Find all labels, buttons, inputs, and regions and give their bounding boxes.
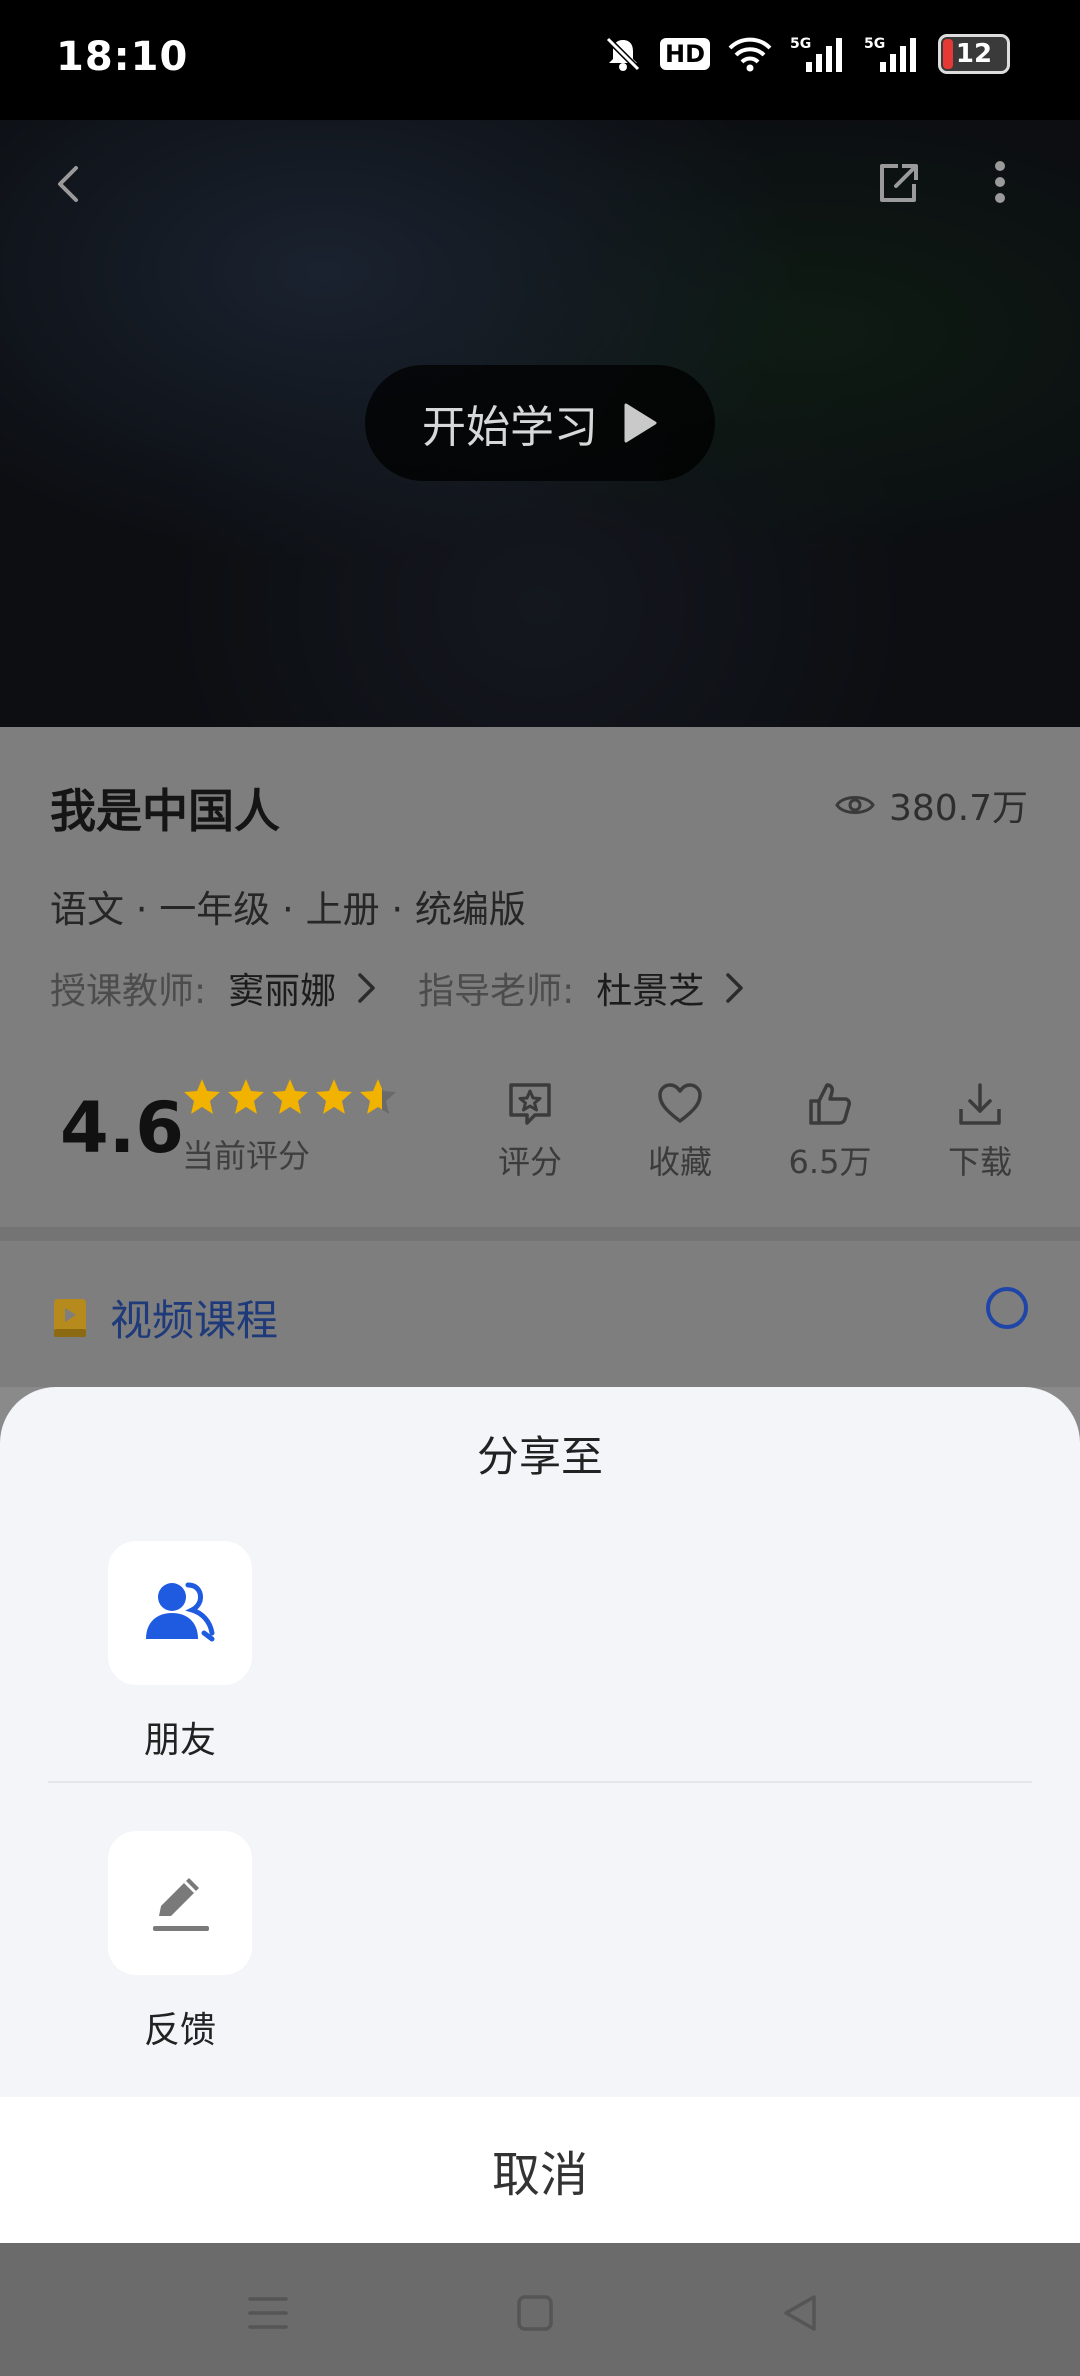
video-course-tab[interactable]: 视频课程 (50, 1287, 278, 1348)
rating-star-icon (184, 1079, 220, 1114)
share-button[interactable] (868, 154, 928, 214)
status-bar: 18:10 HD 5G 5G 12 (0, 0, 1080, 120)
5g-signal-icon: 5G (864, 34, 920, 74)
advisor-label: 指导老师: (418, 971, 575, 1012)
cancel-button[interactable]: 取消 (0, 2097, 1080, 2243)
svg-text:5G: 5G (864, 36, 885, 52)
rating-star-icon (316, 1079, 352, 1114)
favorite-button[interactable]: 收藏 (620, 1079, 740, 1183)
status-icons: HD 5G 5G 12 (604, 34, 1010, 74)
rating-stars (182, 1077, 398, 1117)
back-triangle-icon (784, 2295, 816, 2331)
advisor-name-link[interactable]: 杜景芝 (596, 962, 704, 1014)
wifi-icon (728, 36, 772, 72)
play-icon (624, 403, 657, 443)
home-square-icon (517, 2295, 553, 2331)
share-friends-tile[interactable] (108, 1541, 252, 1685)
teacher-name-link[interactable]: 窦丽娜 (228, 962, 336, 1014)
rating-star-icon (228, 1079, 264, 1114)
more-options-button[interactable] (970, 154, 1030, 214)
share-friends-button[interactable]: 朋友 (100, 1541, 260, 1763)
status-time: 18:10 (56, 34, 189, 80)
share-sheet: 分享至 朋友 反馈 (0, 1387, 1080, 2097)
share-sheet-separator (48, 1781, 1032, 1783)
course-subject: 语文 · 一年级 · 上册 · 统编版 (50, 888, 526, 931)
rating-score: 4.6 (60, 1087, 185, 1169)
course-info: 我是中国人 380.7万 语文 · 一年级 · 上册 · 统编版 授课教师: 窦… (0, 727, 1080, 1387)
heart-icon (658, 1083, 702, 1123)
home-nav-button[interactable] (505, 2283, 565, 2343)
video-book-icon (54, 1298, 86, 1337)
start-learning-button[interactable]: 开始学习 (365, 365, 715, 481)
edit-pencil-icon (153, 1878, 209, 1931)
start-learning-label: 开始学习 (422, 402, 598, 453)
download-icon (959, 1083, 1001, 1125)
mute-bell-icon (604, 35, 642, 73)
external-share-icon (880, 164, 918, 202)
like-button[interactable]: 6.5万 (770, 1079, 890, 1183)
feedback-button[interactable]: 反馈 (100, 1831, 260, 2053)
teacher-label: 授课教师: (50, 971, 207, 1012)
5g-label: 5G (790, 36, 811, 52)
download-button[interactable]: 下载 (920, 1079, 1040, 1183)
share-sheet-title: 分享至 (476, 1432, 603, 1481)
system-nav-bar (0, 2243, 1080, 2376)
friends-icon (146, 1582, 215, 1642)
rating-label: 当前评分 (182, 1137, 311, 1175)
feedback-label: 反馈 (143, 2010, 216, 2051)
video-course-label: 视频课程 (110, 1296, 279, 1345)
5g-signal-icon: 5G (790, 34, 846, 74)
like-count: 6.5万 (788, 1143, 872, 1181)
video-player[interactable]: 开始学习 (0, 120, 1080, 727)
menu-lines-icon (248, 2297, 288, 2329)
rating-row: 4.6 当前评分 评分 收藏 6.5万 下载 (0, 1067, 1080, 1217)
feedback-tile[interactable] (108, 1831, 252, 1975)
back-nav-button[interactable] (770, 2283, 830, 2343)
eye-icon (835, 796, 875, 814)
back-button[interactable] (40, 154, 100, 214)
section-divider (0, 1227, 1080, 1241)
loading-indicator (986, 1287, 1028, 1329)
battery-icon: 12 (938, 34, 1010, 74)
rate-label: 评分 (497, 1143, 562, 1181)
rate-button[interactable]: 评分 (470, 1079, 590, 1183)
course-title: 我是中国人 (50, 784, 280, 838)
rate-star-icon (509, 1083, 551, 1125)
hd-icon: HD (659, 38, 710, 70)
battery-level: 12 (955, 39, 993, 69)
teacher-row: 授课教师: 窦丽娜 指导老师: 杜景芝 (50, 962, 786, 1014)
chevron-left-icon (58, 166, 78, 202)
chevron-right-icon[interactable] (722, 971, 746, 1005)
download-label: 下载 (947, 1143, 1012, 1181)
rating-star-icon (272, 1079, 308, 1114)
thumbs-up-icon (809, 1083, 851, 1125)
favorite-label: 收藏 (647, 1143, 712, 1181)
share-friends-label: 朋友 (143, 1720, 216, 1761)
vertical-dots-icon (995, 161, 1005, 203)
menu-nav-button[interactable] (238, 2283, 298, 2343)
rating-star-icon (360, 1079, 396, 1114)
chevron-right-icon[interactable] (354, 971, 378, 1005)
view-count-value: 380.7万 (888, 788, 1028, 829)
view-count: 380.7万 (835, 779, 1028, 831)
